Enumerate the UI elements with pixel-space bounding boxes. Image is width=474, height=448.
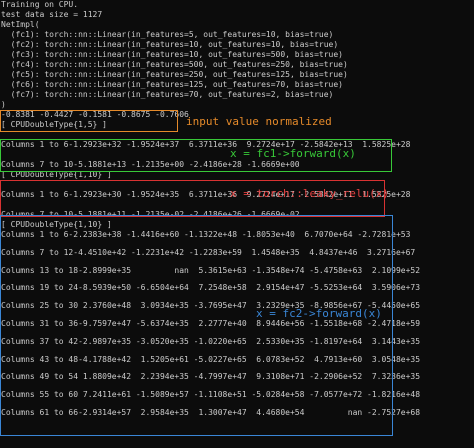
console-line: Columns 43 to 48-4.1788e+42 1.5205e+61 -… (1, 354, 421, 364)
console-line: Columns 7 to 12-4.4510e+42 -1.2231e+42 -… (1, 247, 416, 257)
fc2-block: Columns 1 to 6-2.2383e+38 -1.4416e+60 -1… (1, 230, 474, 418)
console-line: Columns 37 to 42-2.9897e+35 -3.0520e+35 … (1, 336, 421, 346)
console-line: (fc2): torch::nn::Linear(in_features=10,… (1, 40, 339, 49)
input-annotation: input value normalized (186, 115, 332, 128)
console-line: Columns 7 to 10-5.1881e+13 -1.2135e+00 -… (1, 160, 300, 169)
console-line: Columns 31 to 36-9.7597e+47 -5.6374e+35 … (1, 318, 421, 328)
console-line: (fc3): torch::nn::Linear(in_features=10,… (1, 50, 343, 59)
console-line: Columns 61 to 66-2.9314e+57 2.9584e+35 1… (1, 407, 421, 417)
console-line: NetImpl( (1, 20, 40, 29)
fc1-annotation: x = fc1->forward(x) (230, 147, 356, 160)
console-line: (fc4): torch::nn::Linear(in_features=500… (1, 60, 348, 69)
header-block: Training on CPU. test data size = 1127 N… (1, 0, 474, 110)
console-line: (fc1): torch::nn::Linear(in_features=5, … (1, 30, 334, 39)
console-line: Columns 19 to 24-8.5939e+50 -6.6504e+64 … (1, 283, 421, 293)
console-output: Training on CPU. test data size = 1127 N… (1, 0, 474, 448)
console-line: test data size = 1127 (1, 10, 103, 19)
relu-annotation: x = torch::leaky_relu(x) (230, 187, 389, 200)
fc1-block: Columns 1 to 6-1.2923e+32 -1.9524e+37 6.… (1, 140, 474, 180)
console-line: Columns 13 to 18-2.8999e+35 nan 5.3615e+… (1, 265, 421, 275)
console-line: ) (1, 100, 6, 109)
console-line: (fc6): torch::nn::Linear(in_features=125… (1, 80, 343, 89)
console-line: Training on CPU. (1, 0, 79, 9)
fc2-annotation: x = fc2->forward(x) (256, 307, 382, 320)
console-line: Columns 25 to 30 2.3760e+48 3.0934e+35 -… (1, 301, 421, 311)
console-line: Columns 49 to 54 1.8809e+42 2.2394e+35 -… (1, 372, 421, 382)
console-line: Columns 55 to 60 7.2411e+61 -1.5089e+57 … (1, 390, 421, 400)
console-line: Columns 7 to 10-5.1881e+11 -1.2135e-02 -… (1, 210, 300, 219)
console-line: (fc5): torch::nn::Linear(in_features=250… (1, 70, 348, 79)
console-line: (fc7): torch::nn::Linear(in_features=70,… (1, 90, 334, 99)
console-line: Columns 1 to 6-2.2383e+38 -1.4416e+60 -1… (1, 230, 411, 239)
console-line: [ CPUDoubleType{1,10} ] (1, 170, 112, 179)
console-line: [ CPUDoubleType{1,10} ] (1, 220, 112, 229)
